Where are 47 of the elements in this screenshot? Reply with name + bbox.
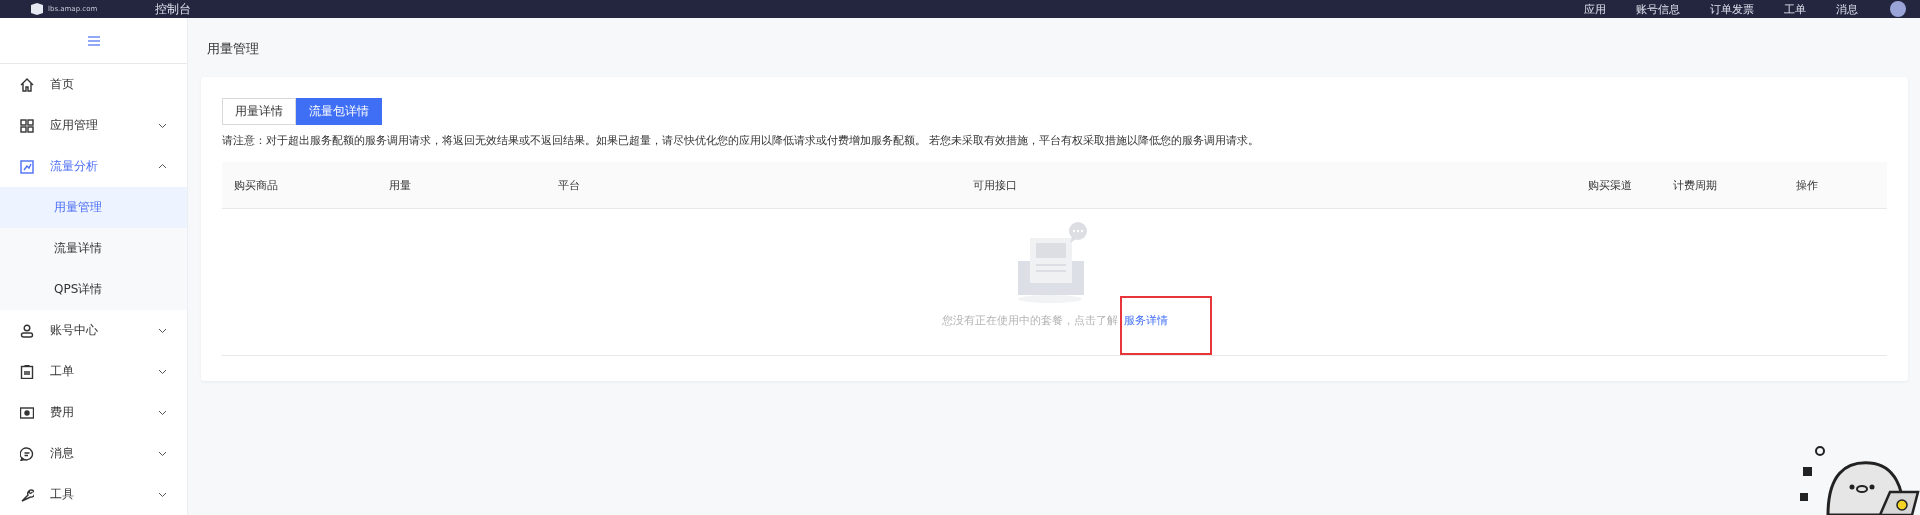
sidebar-item[interactable]: 消息	[0, 433, 187, 474]
nav-link[interactable]: 工单	[1784, 1, 1806, 17]
column-header: 购买渠道	[1588, 177, 1633, 193]
sidebar-item[interactable]: 工单	[0, 351, 187, 392]
column-header: 购买商品	[234, 177, 279, 193]
user-icon	[20, 323, 34, 338]
column-header: 可用接口	[973, 177, 1018, 193]
chevron-down-icon	[158, 367, 167, 376]
tab[interactable]: 流量包详情	[296, 98, 382, 125]
sidebar-subitem[interactable]: QPS详情	[0, 269, 187, 310]
grid-icon	[20, 118, 34, 133]
sidebar-item[interactable]: 应用管理	[0, 105, 187, 146]
sidebar-subitem[interactable]: 流量详情	[0, 228, 187, 269]
wrench-icon	[20, 487, 34, 502]
service-details-link[interactable]: 服务详情	[1123, 314, 1168, 327]
sidebar-item[interactable]: 费用	[0, 392, 187, 433]
logo-icon	[30, 3, 44, 15]
column-header: 平台	[558, 177, 581, 193]
notice-text: 请注意：对于超出服务配额的服务调用请求，将返回无效结果或不返回结果。如果已超量，请尽快优化您的应用以降低请求或付费增加服务配额。 若您未采取有效措施，平台有权采取措施以降低您的服务调用请求。	[222, 134, 1261, 148]
avatar[interactable]	[1890, 1, 1906, 17]
nav-link[interactable]: 消息	[1836, 1, 1858, 17]
sidebar-item[interactable]: 首页	[0, 64, 187, 105]
empty-message: 您没有正在使用中的套餐，点击了解	[941, 313, 1118, 328]
page-title: 用量管理	[207, 40, 260, 58]
sidebar-item[interactable]: 工具	[0, 474, 187, 515]
column-header: 计费周期	[1673, 177, 1718, 193]
clipboard-icon	[20, 364, 34, 379]
chevron-down-icon	[158, 408, 167, 417]
chevron-up-icon	[158, 162, 167, 171]
chevron-down-icon	[158, 490, 167, 499]
nav-link[interactable]: 账号信息	[1636, 1, 1680, 17]
bill-icon	[20, 405, 34, 420]
column-header: 操作	[1796, 177, 1819, 193]
sidebar-item[interactable]: 流量分析	[0, 146, 187, 187]
console-title[interactable]: 控制台	[155, 0, 192, 18]
chart-icon	[20, 159, 34, 174]
sidebar-subitem[interactable]: 用量管理	[0, 187, 187, 228]
chevron-down-icon	[158, 121, 167, 130]
home-icon	[20, 77, 34, 92]
column-header: 用量	[389, 177, 412, 193]
sidebar-item[interactable]: 账号中心	[0, 310, 187, 351]
chevron-down-icon	[158, 326, 167, 335]
message-icon	[20, 446, 34, 461]
tab[interactable]: 用量详情	[222, 98, 296, 125]
nav-link[interactable]: 订单发票	[1710, 1, 1754, 17]
nav-link[interactable]: 应用	[1584, 1, 1606, 17]
chevron-down-icon	[158, 449, 167, 458]
